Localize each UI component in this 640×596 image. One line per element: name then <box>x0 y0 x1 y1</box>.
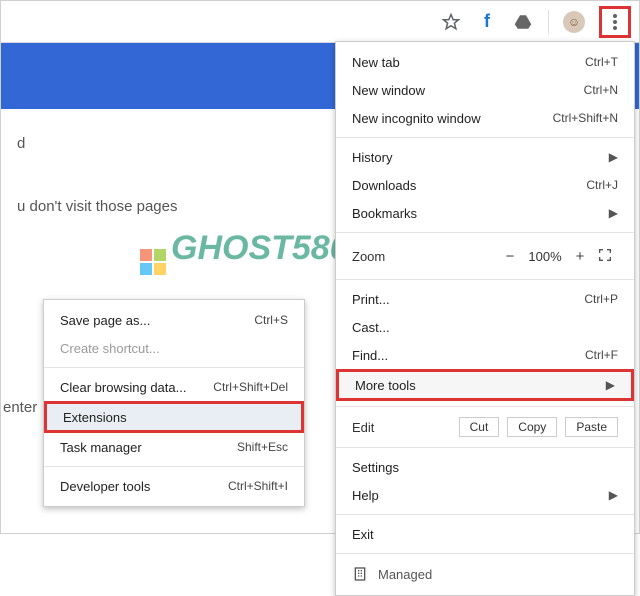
bookmark-star-icon[interactable] <box>440 11 462 33</box>
menu-zoom-row: Zoom − 100% + <box>336 238 634 274</box>
menu-button-highlight <box>599 6 631 38</box>
menu-separator <box>44 466 304 467</box>
browser-toolbar: f ☺ <box>1 1 639 43</box>
copy-button[interactable]: Copy <box>507 417 557 437</box>
submenu-create-shortcut: Create shortcut... <box>44 334 304 362</box>
menu-separator <box>336 514 634 515</box>
menu-separator <box>336 406 634 407</box>
submenu-developer-tools[interactable]: Developer toolsCtrl+Shift+I <box>44 472 304 500</box>
toolbar-separator <box>548 10 549 34</box>
menu-separator <box>336 447 634 448</box>
chrome-menu-button[interactable] <box>604 11 626 33</box>
paste-button[interactable]: Paste <box>565 417 618 437</box>
profile-avatar[interactable]: ☺ <box>563 11 585 33</box>
submenu-extensions[interactable]: Extensions <box>44 401 304 433</box>
menu-separator <box>336 553 634 554</box>
menu-separator <box>44 367 304 368</box>
menu-print[interactable]: Print...Ctrl+P <box>336 285 634 313</box>
chevron-right-icon: ▶ <box>609 150 618 164</box>
chrome-main-menu: New tabCtrl+T New windowCtrl+N New incog… <box>335 41 635 596</box>
menu-find[interactable]: Find...Ctrl+F <box>336 341 634 369</box>
zoom-out-button[interactable]: − <box>498 248 522 265</box>
chevron-right-icon: ▶ <box>609 488 618 502</box>
menu-more-tools[interactable]: More tools▶ <box>336 369 634 401</box>
menu-help[interactable]: Help▶ <box>336 481 634 509</box>
submenu-save-page[interactable]: Save page as...Ctrl+S <box>44 306 304 334</box>
submenu-clear-data[interactable]: Clear browsing data...Ctrl+Shift+Del <box>44 373 304 401</box>
menu-new-incognito[interactable]: New incognito windowCtrl+Shift+N <box>336 104 634 132</box>
edit-label: Edit <box>352 420 451 435</box>
fullscreen-icon[interactable] <box>592 247 618 266</box>
submenu-task-manager[interactable]: Task managerShift+Esc <box>44 433 304 461</box>
building-icon <box>352 566 368 582</box>
facebook-extension-icon[interactable]: f <box>476 11 498 33</box>
zoom-percent: 100% <box>522 249 568 264</box>
menu-edit-row: Edit Cut Copy Paste <box>336 412 634 442</box>
zoom-in-button[interactable]: + <box>568 248 592 265</box>
menu-bookmarks[interactable]: Bookmarks▶ <box>336 199 634 227</box>
zoom-label: Zoom <box>352 249 498 264</box>
more-tools-submenu: Save page as...Ctrl+S Create shortcut...… <box>43 299 305 507</box>
menu-managed[interactable]: Managed <box>336 559 634 589</box>
menu-separator <box>336 137 634 138</box>
menu-new-tab[interactable]: New tabCtrl+T <box>336 48 634 76</box>
chevron-right-icon: ▶ <box>606 378 615 392</box>
menu-downloads[interactable]: DownloadsCtrl+J <box>336 171 634 199</box>
page-text-fragment: enter <box>3 399 37 416</box>
drive-extension-icon[interactable] <box>512 11 534 33</box>
menu-separator <box>336 279 634 280</box>
menu-cast[interactable]: Cast... <box>336 313 634 341</box>
chevron-right-icon: ▶ <box>609 206 618 220</box>
menu-exit[interactable]: Exit <box>336 520 634 548</box>
menu-history[interactable]: History▶ <box>336 143 634 171</box>
cut-button[interactable]: Cut <box>459 417 500 437</box>
menu-new-window[interactable]: New windowCtrl+N <box>336 76 634 104</box>
menu-settings[interactable]: Settings <box>336 453 634 481</box>
menu-separator <box>336 232 634 233</box>
